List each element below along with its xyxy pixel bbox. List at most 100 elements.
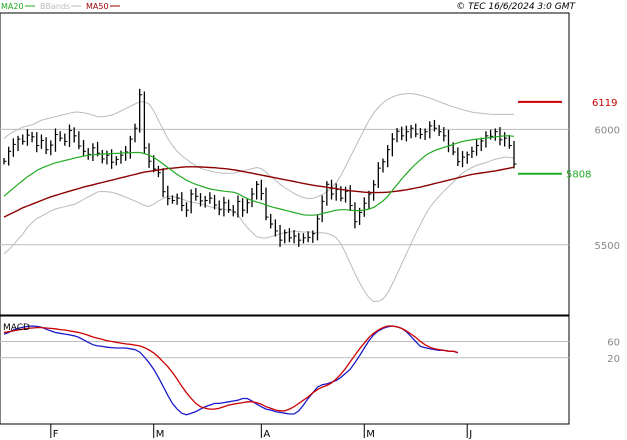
price-bar bbox=[471, 146, 475, 158]
price-bar bbox=[424, 128, 428, 140]
ma50-line bbox=[3, 166, 515, 218]
price-bar bbox=[106, 150, 110, 165]
price-bar bbox=[279, 224, 283, 247]
x-axis-tick-label: F bbox=[53, 429, 59, 440]
price-bar bbox=[8, 146, 12, 166]
bbands-layer bbox=[3, 93, 515, 303]
price-bar bbox=[78, 131, 82, 150]
price-bar bbox=[326, 181, 330, 206]
price-bar bbox=[36, 132, 40, 153]
price-bar bbox=[344, 186, 349, 203]
price-bar bbox=[115, 156, 119, 166]
price-bar bbox=[438, 125, 442, 137]
chart-svg: 6119 5808 6000 5500 MACD 60 20 F M A M J MA2… bbox=[0, 2, 620, 440]
macd-grid bbox=[0, 340, 569, 359]
price-bar bbox=[489, 129, 494, 140]
price-bar bbox=[241, 198, 246, 217]
price-bar bbox=[274, 219, 278, 237]
price-bar bbox=[391, 133, 395, 157]
price-bar bbox=[68, 124, 73, 147]
price-bar bbox=[447, 129, 451, 153]
price-bar bbox=[284, 229, 288, 244]
price-bar bbox=[110, 149, 115, 169]
macd-panel-title: MACD bbox=[3, 323, 30, 333]
price-bar bbox=[349, 185, 353, 212]
macd-panel-border bbox=[0, 315, 570, 425]
annotation-ma-label: 5808 bbox=[566, 170, 591, 181]
macd-y-tick-label: 20 bbox=[607, 354, 620, 365]
price-bar bbox=[101, 149, 105, 164]
price-bar bbox=[457, 147, 461, 167]
price-bar bbox=[218, 200, 222, 216]
price-bar bbox=[45, 137, 49, 155]
price-bar bbox=[31, 131, 35, 143]
price-bar bbox=[340, 186, 344, 202]
price-bar bbox=[368, 190, 372, 209]
legend: MA20 BBands MA50 bbox=[1, 2, 120, 11]
price-bar bbox=[26, 129, 30, 146]
price-bar bbox=[396, 128, 400, 143]
price-bar bbox=[181, 192, 185, 212]
price-bar bbox=[17, 135, 21, 152]
price-y-tick-label: 6000 bbox=[595, 125, 620, 136]
copyright-stamp: © TEC 16/6/2024 3:0 GMT bbox=[456, 2, 576, 12]
x-axis-tick-label: J bbox=[468, 429, 472, 440]
price-bar bbox=[176, 193, 180, 205]
macd-signal-line bbox=[3, 325, 459, 412]
price-bar bbox=[50, 140, 54, 156]
price-bar bbox=[143, 91, 147, 154]
price-bar bbox=[335, 183, 339, 201]
price-bar bbox=[330, 179, 335, 200]
price-bar bbox=[466, 151, 470, 164]
price-bar bbox=[410, 125, 414, 139]
price-bar bbox=[40, 134, 44, 149]
price-bar bbox=[307, 231, 311, 243]
price-bar bbox=[129, 135, 133, 159]
price-bar bbox=[251, 188, 255, 208]
macd-line bbox=[3, 325, 459, 416]
price-bar bbox=[3, 158, 7, 165]
price-bar bbox=[377, 162, 381, 188]
bb-lower-line bbox=[3, 156, 515, 303]
price-bar bbox=[92, 143, 96, 161]
price-bar bbox=[139, 88, 143, 133]
price-bar bbox=[167, 185, 171, 206]
price-bar bbox=[195, 188, 199, 201]
price-bar bbox=[237, 195, 241, 218]
price-bar bbox=[260, 179, 264, 201]
price-bar bbox=[223, 196, 227, 217]
price-bar bbox=[87, 148, 91, 160]
price-bar bbox=[59, 131, 63, 142]
x-axis: FMAMJ bbox=[50, 424, 472, 440]
price-bar bbox=[461, 151, 466, 168]
price-bar bbox=[293, 230, 297, 244]
price-bar bbox=[265, 187, 269, 221]
x-axis-tick-label: M bbox=[366, 429, 375, 440]
price-bar bbox=[185, 202, 189, 217]
price-bar bbox=[363, 197, 367, 217]
price-bar bbox=[387, 145, 391, 168]
price-bar bbox=[401, 126, 405, 141]
price-bar bbox=[415, 123, 419, 138]
annotations: 6119 5808 bbox=[518, 98, 617, 181]
price-bar bbox=[12, 138, 16, 157]
price-bar bbox=[162, 168, 166, 198]
legend-bbands: BBands bbox=[40, 2, 70, 11]
price-bar bbox=[82, 140, 87, 156]
price-bar bbox=[157, 165, 161, 178]
price-bar bbox=[372, 180, 377, 201]
legend-ma50: MA50 bbox=[86, 2, 109, 11]
price-bar bbox=[54, 128, 58, 152]
price-bar bbox=[382, 158, 386, 173]
price-bar bbox=[321, 195, 325, 223]
price-bar bbox=[503, 132, 508, 147]
price-bar bbox=[288, 228, 292, 243]
price-y-tick-label: 5500 bbox=[595, 241, 620, 252]
annotation-high-label: 6119 bbox=[592, 98, 617, 109]
macd-y-tick-label: 60 bbox=[607, 337, 620, 348]
price-bar bbox=[246, 198, 250, 214]
price-bar bbox=[354, 202, 358, 229]
x-axis-tick-label: A bbox=[263, 429, 270, 440]
chart-window: 6119 5808 6000 5500 MACD 60 20 F M A M J MA2… bbox=[0, 0, 627, 440]
price-bar bbox=[513, 140, 517, 169]
